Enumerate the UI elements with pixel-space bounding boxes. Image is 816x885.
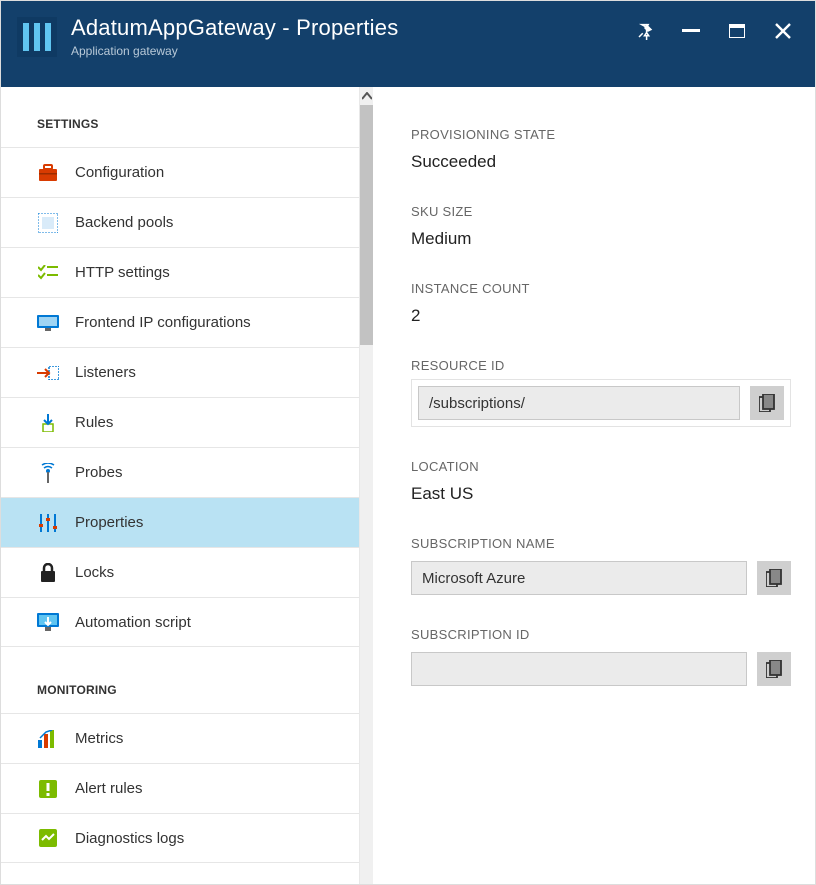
sidebar-item-label: Probes [75, 464, 123, 481]
sidebar-scrollbar[interactable] [359, 87, 373, 884]
sidebar-item-automation-script[interactable]: Automation script [1, 597, 359, 647]
copy-icon [766, 660, 782, 678]
sidebar-item-locks[interactable]: Locks [1, 547, 359, 597]
sidebar-item-probes[interactable]: Probes [1, 447, 359, 497]
minimize-button[interactable] [677, 17, 705, 45]
lock-icon [37, 562, 59, 584]
monitor-icon [37, 312, 59, 334]
sidebar-item-properties[interactable]: Properties [1, 497, 359, 547]
prop-provisioning-state: PROVISIONING STATE Succeeded [411, 127, 791, 172]
flow-in-icon [37, 362, 59, 384]
sidebar-item-label: Metrics [75, 730, 123, 747]
close-button[interactable] [769, 17, 797, 45]
sidebar-item-label: Listeners [75, 364, 136, 381]
alert-icon [37, 778, 59, 800]
sidebar-wrap: SETTINGS Configuration Backend pools [1, 87, 373, 884]
properties-pane: PROVISIONING STATE Succeeded SKU SIZE Me… [373, 87, 815, 884]
prop-value: Succeeded [411, 152, 791, 172]
bar-chart-icon [37, 728, 59, 750]
sidebar-item-metrics[interactable]: Metrics [1, 713, 359, 763]
prop-value: Medium [411, 229, 791, 249]
section-label-monitoring: MONITORING [1, 683, 359, 713]
maximize-button[interactable] [723, 17, 751, 45]
sidebar-item-listeners[interactable]: Listeners [1, 347, 359, 397]
sidebar-item-label: Backend pools [75, 214, 173, 231]
sidebar-item-label: Properties [75, 514, 143, 531]
grid-icon [37, 212, 59, 234]
prop-value: 2 [411, 306, 791, 326]
sidebar-item-backend-pools[interactable]: Backend pools [1, 197, 359, 247]
copy-subscription-id-button[interactable] [757, 652, 791, 686]
sidebar-item-label: Automation script [75, 614, 191, 631]
subscription-name-field[interactable] [411, 561, 747, 595]
prop-label: RESOURCE ID [411, 358, 791, 373]
copy-subscription-name-button[interactable] [757, 561, 791, 595]
prop-subscription-name: SUBSCRIPTION NAME [411, 536, 791, 595]
sidebar-item-alert-rules[interactable]: Alert rules [1, 763, 359, 813]
checklist-icon [37, 262, 59, 284]
sidebar: SETTINGS Configuration Backend pools [1, 87, 359, 884]
page-title: AdatumAppGateway - Properties [71, 15, 631, 41]
sidebar-item-label: Alert rules [75, 780, 143, 797]
antenna-icon [37, 462, 59, 484]
pin-button[interactable] [631, 17, 659, 45]
blade-header: AdatumAppGateway - Properties Applicatio… [1, 1, 815, 87]
receive-icon [37, 412, 59, 434]
sidebar-item-label: Rules [75, 414, 113, 431]
sliders-icon [37, 512, 59, 534]
sidebar-item-label: HTTP settings [75, 264, 170, 281]
sidebar-item-rules[interactable]: Rules [1, 397, 359, 447]
scroll-thumb[interactable] [360, 105, 373, 345]
prop-label: SUBSCRIPTION NAME [411, 536, 791, 551]
copy-icon [766, 569, 782, 587]
resource-id-field[interactable] [418, 386, 740, 420]
prop-sku-size: SKU SIZE Medium [411, 204, 791, 249]
appgateway-logo-icon [15, 15, 59, 59]
copy-icon [759, 394, 775, 412]
sidebar-item-label: Diagnostics logs [75, 830, 184, 847]
sidebar-item-configuration[interactable]: Configuration [1, 147, 359, 197]
sidebar-item-frontend-ip[interactable]: Frontend IP configurations [1, 297, 359, 347]
section-label-settings: SETTINGS [1, 117, 359, 147]
subscription-id-field[interactable] [411, 652, 747, 686]
sidebar-item-label: Locks [75, 564, 114, 581]
window-controls [631, 15, 803, 45]
sidebar-item-label: Frontend IP configurations [75, 314, 251, 331]
briefcase-icon [37, 162, 59, 184]
scroll-up-icon[interactable] [360, 87, 373, 105]
prop-resource-id: RESOURCE ID [411, 358, 791, 427]
prop-subscription-id: SUBSCRIPTION ID [411, 627, 791, 686]
prop-label: LOCATION [411, 459, 791, 474]
sidebar-item-http-settings[interactable]: HTTP settings [1, 247, 359, 297]
sidebar-item-label: Configuration [75, 164, 164, 181]
download-script-icon [37, 611, 59, 633]
prop-label: SUBSCRIPTION ID [411, 627, 791, 642]
copy-resource-id-button[interactable] [750, 386, 784, 420]
prop-instance-count: INSTANCE COUNT 2 [411, 281, 791, 326]
prop-label: PROVISIONING STATE [411, 127, 791, 142]
prop-location: LOCATION East US [411, 459, 791, 504]
main-split: SETTINGS Configuration Backend pools [1, 87, 815, 884]
diagnostics-icon [37, 827, 59, 849]
prop-label: SKU SIZE [411, 204, 791, 219]
page-subtitle: Application gateway [71, 44, 631, 58]
sidebar-item-diagnostics-logs[interactable]: Diagnostics logs [1, 813, 359, 863]
prop-label: INSTANCE COUNT [411, 281, 791, 296]
header-title-block: AdatumAppGateway - Properties Applicatio… [59, 15, 631, 58]
prop-value: East US [411, 484, 791, 504]
